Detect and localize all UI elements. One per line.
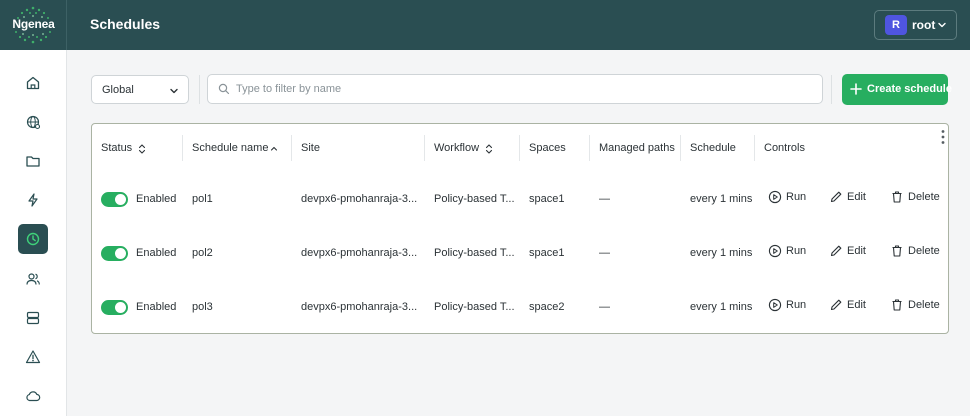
status-toggle[interactable]: [101, 246, 128, 261]
create-schedule-button[interactable]: Create schedule: [842, 74, 952, 105]
sidebar-item-actions[interactable]: [18, 185, 48, 215]
logo[interactable]: Ngenea: [0, 0, 67, 50]
trash-icon: [892, 299, 902, 311]
managed-paths-cell: —: [599, 247, 610, 259]
trash-icon: [892, 245, 902, 257]
workflow-cell: Policy-based T...: [434, 301, 515, 313]
workflow-cell: Policy-based T...: [434, 193, 515, 205]
managed-paths-cell: —: [599, 301, 610, 313]
server-icon: [26, 311, 40, 325]
sidebar-item-users[interactable]: [18, 264, 48, 294]
scope-select[interactable]: Global: [91, 75, 189, 104]
schedule-cell: every 1 mins: [690, 301, 753, 313]
run-button[interactable]: Run: [768, 244, 806, 258]
plus-icon: [850, 83, 862, 95]
pencil-icon: [830, 245, 842, 257]
top-bar: Ngenea Schedules R root: [0, 0, 970, 50]
sidebar-item-schedules[interactable]: [18, 224, 48, 254]
sort-icon: [485, 144, 493, 154]
lightning-icon: [28, 193, 38, 207]
edit-button[interactable]: Edit: [829, 190, 866, 204]
globe-network-icon: [26, 115, 41, 130]
users-icon: [26, 273, 40, 285]
column-header-status[interactable]: Status: [101, 142, 146, 154]
chevron-down-icon: [170, 88, 178, 94]
workflow-cell: Policy-based T...: [434, 247, 515, 259]
search-input[interactable]: [236, 80, 806, 98]
search-icon: [218, 83, 230, 95]
play-circle-icon: [768, 244, 782, 258]
user-menu-button[interactable]: R root: [874, 10, 957, 40]
sidebar-item-alerts[interactable]: [18, 342, 48, 372]
spaces-cell: space2: [529, 301, 565, 313]
status-toggle[interactable]: [101, 300, 128, 315]
search-box[interactable]: [207, 74, 823, 104]
delete-button[interactable]: Delete: [890, 244, 940, 258]
warning-icon: [25, 350, 41, 364]
schedule-name: pol1: [192, 193, 213, 205]
delete-button[interactable]: Delete: [890, 298, 940, 312]
sidebar-item-files[interactable]: [18, 146, 48, 176]
more-options-icon[interactable]: [941, 129, 945, 145]
schedule-name: pol3: [192, 301, 213, 313]
user-name: root: [912, 18, 936, 32]
column-header-spaces[interactable]: Spaces: [529, 142, 566, 154]
edit-button[interactable]: Edit: [829, 244, 866, 258]
toolbar-divider: [831, 75, 832, 104]
spaces-cell: space1: [529, 193, 565, 205]
sort-icon: [138, 144, 146, 154]
column-header-site[interactable]: Site: [301, 142, 320, 154]
cloud-icon: [26, 391, 41, 402]
site-cell: devpx6-pmohanraja-3...: [301, 301, 418, 313]
sidebar: [0, 50, 67, 416]
column-header-schedule[interactable]: Schedule: [690, 142, 736, 154]
site-cell: devpx6-pmohanraja-3...: [301, 247, 418, 259]
page-title: Schedules: [90, 16, 161, 32]
status-toggle[interactable]: [101, 192, 128, 207]
folder-icon: [26, 156, 40, 167]
status-text: Enabled: [136, 301, 177, 313]
chevron-down-icon: [938, 22, 946, 28]
status-text: Enabled: [136, 193, 177, 205]
play-circle-icon: [768, 190, 782, 204]
edit-button[interactable]: Edit: [829, 298, 866, 312]
column-header-workflow[interactable]: Workflow: [434, 142, 493, 154]
sort-ascending-icon: [270, 146, 278, 151]
logo-text: Ngenea: [12, 17, 55, 31]
schedules-table: Status Schedule name Site Workflow Space…: [91, 123, 949, 334]
pencil-icon: [830, 191, 842, 203]
create-schedule-label: Create schedule: [867, 83, 952, 95]
play-circle-icon: [768, 298, 782, 312]
scope-value: Global: [102, 84, 134, 96]
sidebar-item-home[interactable]: [18, 68, 48, 98]
clock-icon: [26, 232, 40, 246]
schedule-name: pol2: [192, 247, 213, 259]
toolbar-divider: [199, 75, 200, 104]
home-icon: [26, 76, 40, 90]
sidebar-item-sites[interactable]: [18, 107, 48, 137]
column-header-controls: Controls: [764, 142, 805, 154]
main-content: Global Create schedule Status Schedule n…: [67, 50, 970, 416]
trash-icon: [892, 191, 902, 203]
avatar: R: [885, 15, 907, 35]
site-cell: devpx6-pmohanraja-3...: [301, 193, 418, 205]
schedule-cell: every 1 mins: [690, 247, 753, 259]
run-button[interactable]: Run: [768, 190, 806, 204]
status-text: Enabled: [136, 247, 177, 259]
sidebar-item-cloud[interactable]: [18, 381, 48, 411]
spaces-cell: space1: [529, 247, 565, 259]
sidebar-item-storage[interactable]: [18, 303, 48, 333]
managed-paths-cell: —: [599, 193, 610, 205]
column-header-managed-paths[interactable]: Managed paths: [599, 142, 675, 154]
pencil-icon: [830, 299, 842, 311]
delete-button[interactable]: Delete: [890, 190, 940, 204]
run-button[interactable]: Run: [768, 298, 806, 312]
column-header-schedule-name[interactable]: Schedule name: [192, 142, 278, 154]
schedule-cell: every 1 mins: [690, 193, 753, 205]
